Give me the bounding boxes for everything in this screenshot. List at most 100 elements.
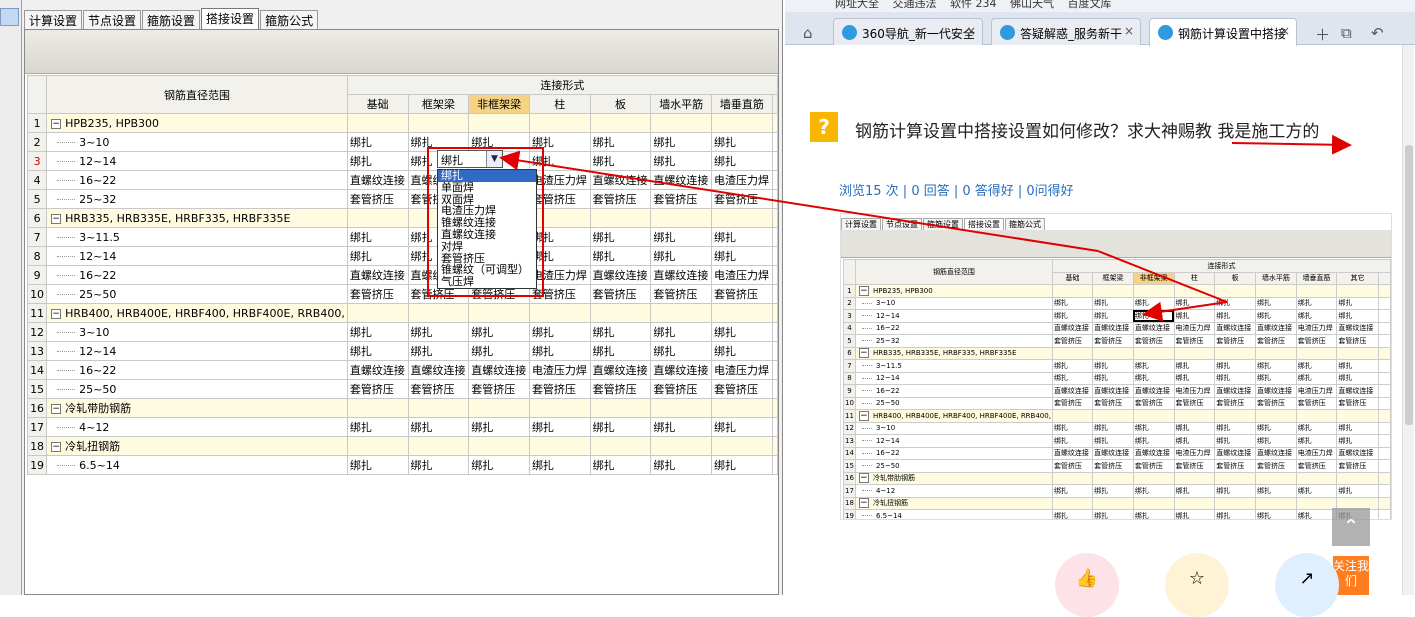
connection-cell[interactable]: 绑扎 (1132, 371, 1175, 385)
connection-cell[interactable]: 直螺纹连接 (1051, 321, 1094, 335)
connection-cell[interactable]: 绑扎 (711, 455, 773, 475)
col-header-nonframe-beam[interactable]: 非框架梁 (468, 94, 530, 114)
connection-cell[interactable]: 套管挤压 (1132, 459, 1175, 473)
connection-cell[interactable]: 套管挤压 (1214, 459, 1256, 473)
connection-cell[interactable]: 直螺纹连接 (1254, 321, 1297, 335)
connection-cell[interactable]: 绑扎 (1132, 359, 1175, 373)
connection-cell[interactable]: 绑扎 (650, 227, 713, 247)
connection-cell[interactable]: 绑扎 (1092, 296, 1134, 310)
connection-cell[interactable] (1377, 446, 1391, 460)
connection-cell[interactable]: 直螺纹连接 (1336, 446, 1379, 460)
connection-cell[interactable]: 直螺纹连接 (1092, 384, 1134, 398)
connection-cell[interactable]: 绑扎 (346, 246, 409, 266)
col-header-wall-vertical[interactable]: 墙垂直筋 (711, 94, 773, 114)
connection-cell[interactable]: 绑扎 (1092, 509, 1134, 519)
connection-cell[interactable]: 套管挤压 (1254, 459, 1297, 473)
tab-list-icon[interactable]: ⧉ (1341, 24, 1352, 42)
connection-cell[interactable]: 绑扎 (1214, 359, 1256, 373)
connection-cell[interactable]: 直螺纹连接 (589, 170, 652, 190)
connection-cell[interactable] (1377, 421, 1391, 435)
connection-cell[interactable]: 套管挤压 (1092, 334, 1134, 348)
connection-cell[interactable]: 套管挤压 (1051, 396, 1094, 410)
connection-cell[interactable]: 绑扎 (1336, 421, 1379, 435)
connection-cell[interactable] (1377, 384, 1391, 398)
bookmark-1[interactable]: 网址大全 (835, 0, 879, 10)
connection-cell[interactable] (1377, 434, 1391, 448)
connection-cell[interactable] (1377, 371, 1391, 385)
connection-cell[interactable]: 绑扎 (650, 246, 713, 266)
side-panel-selected[interactable] (0, 8, 19, 26)
bookmark-2[interactable]: 交通违法 (893, 0, 937, 10)
bookmark-4[interactable]: 佛山天气 (1010, 0, 1054, 10)
collapse-icon[interactable]: − (858, 473, 869, 484)
connection-cell[interactable]: 绑扎 (1214, 371, 1256, 385)
connection-cell[interactable]: 电渣压力焊 (1295, 446, 1338, 460)
connection-cell[interactable] (1377, 359, 1391, 373)
new-tab-icon[interactable]: ＋ (1315, 24, 1330, 45)
connection-cell[interactable]: 绑扎 (650, 455, 713, 475)
connection-cell[interactable]: 绑扎 (407, 322, 470, 342)
connection-cell[interactable] (771, 379, 779, 399)
question-stats[interactable]: 浏览15 次 | 0 回答 | 0 答得好 | 0问得好 (839, 180, 1074, 199)
connection-cell[interactable]: 绑扎 (1132, 434, 1175, 448)
connection-cell[interactable]: 直螺纹连接 (1336, 384, 1379, 398)
connection-cell[interactable]: 套管挤压 (650, 189, 713, 209)
connection-cell[interactable]: 套管挤压 (1051, 459, 1094, 473)
col-header-frame-beam[interactable]: 框架梁 (407, 94, 470, 114)
connection-cell[interactable]: 套管挤压 (1336, 396, 1379, 410)
connection-cell[interactable]: 套管挤压 (650, 284, 713, 304)
col-header-slab[interactable]: 板 (589, 94, 652, 114)
connection-cell[interactable]: 绑扎 (1295, 309, 1338, 323)
home-icon[interactable]: ⌂ (803, 24, 813, 42)
col-header-column[interactable]: 柱 (528, 94, 591, 114)
connection-cell[interactable]: 绑扎 (346, 417, 409, 437)
connection-cell[interactable]: 绑扎 (407, 341, 470, 361)
connection-cell[interactable]: 绑扎 (650, 132, 713, 152)
connection-cell[interactable]: 绑扎 (1254, 484, 1297, 498)
connection-cell[interactable]: 绑扎 (1336, 371, 1379, 385)
connection-cell[interactable]: 绑扎 (346, 151, 409, 171)
connection-cell[interactable]: 绑扎 (1214, 296, 1256, 310)
connection-cell[interactable]: 绑扎 (1132, 296, 1175, 310)
connection-cell[interactable]: 绑扎 (346, 455, 409, 475)
connection-cell[interactable]: 直螺纹连接 (346, 170, 409, 190)
connection-cell[interactable]: 套管挤压 (1336, 459, 1379, 473)
bookmark-3[interactable]: 软件 234 (950, 0, 997, 10)
connection-cell[interactable]: 绑扎 (1336, 484, 1379, 498)
connection-cell[interactable]: 绑扎 (1051, 434, 1094, 448)
collapse-icon[interactable]: − (858, 410, 869, 421)
collapse-icon[interactable]: − (51, 213, 62, 224)
scrollbar-thumb[interactable] (1405, 145, 1413, 425)
connection-cell[interactable]: 绑扎 (1051, 484, 1094, 498)
connection-cell[interactable]: 电渣压力焊 (1173, 384, 1216, 398)
connection-cell[interactable]: 绑扎 (1173, 484, 1216, 498)
connection-cell[interactable]: 套管挤压 (346, 379, 409, 399)
connection-cell[interactable]: 套管挤压 (1132, 334, 1175, 348)
connection-cell[interactable]: 直螺纹连接 (1254, 446, 1297, 460)
connection-cell[interactable] (771, 265, 779, 285)
connection-cell[interactable]: 绑扎 (1092, 359, 1134, 373)
connection-cell[interactable]: 绑扎 (1295, 509, 1338, 519)
share-icon[interactable]: ↗ (1275, 553, 1339, 617)
back-to-top-icon[interactable]: ⌃ (1332, 508, 1370, 546)
connection-cell[interactable]: 套管挤压 (468, 379, 530, 399)
connection-cell[interactable]: 套管挤压 (1214, 396, 1256, 410)
connection-cell[interactable]: 绑扎 (1092, 371, 1134, 385)
browser-tab-3[interactable]: 钢筋计算设置中搭接 × (1149, 18, 1297, 46)
connection-cell[interactable]: 套管挤压 (1254, 396, 1297, 410)
connection-cell[interactable]: 绑扎 (711, 151, 773, 171)
browser-tab-2[interactable]: 答疑解惑_服务新干 × (991, 18, 1141, 45)
connection-cell[interactable]: 绑扎 (1051, 421, 1094, 435)
connection-cell[interactable] (771, 132, 779, 152)
collapse-icon[interactable]: − (858, 498, 869, 509)
page-scrollbar[interactable] (1402, 45, 1414, 595)
connection-cell[interactable]: 绑扎 (1295, 371, 1338, 385)
connection-cell[interactable]: 电渣压力焊 (711, 170, 773, 190)
tab-lap-settings[interactable]: 搭接设置 (201, 8, 260, 29)
connection-cell[interactable]: 绑扎 (589, 341, 652, 361)
connection-cell[interactable]: 套管挤压 (346, 189, 409, 209)
collapse-icon[interactable]: − (858, 348, 869, 359)
connection-cell[interactable]: 绑扎 (1173, 371, 1216, 385)
connection-cell[interactable]: 套管挤压 (1092, 459, 1134, 473)
undo-icon[interactable]: ↶ (1371, 24, 1384, 42)
